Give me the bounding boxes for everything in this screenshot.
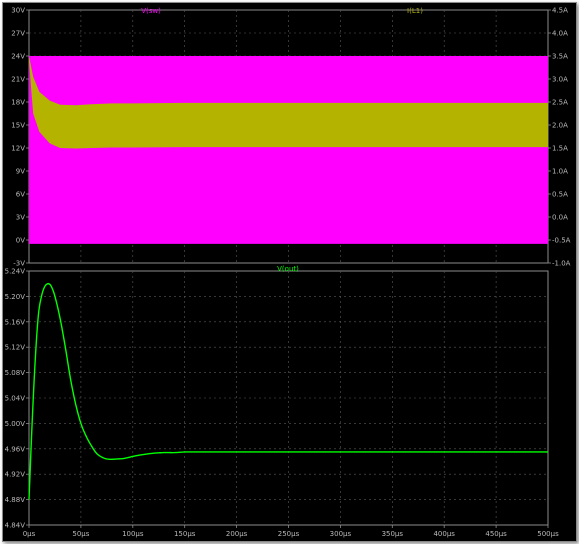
left-tick-label: 5.24V bbox=[5, 268, 26, 276]
right-tick-label: 0.0A bbox=[552, 214, 568, 222]
bottom-left-axis-ticks: 5.24V 5.20V 5.16V 5.12V 5.08V 5.04V 5.00V 4.96V… bbox=[5, 268, 29, 530]
top-left-axis-ticks: 30V 27V 24V 21V 18V 15V 12V 9V 6V 3V 0V -3V bbox=[11, 7, 29, 268]
x-tick-label: 50µs bbox=[72, 530, 89, 538]
x-tick-label: 400µs bbox=[433, 530, 455, 538]
left-tick-label: 5.08V bbox=[5, 369, 26, 377]
left-tick-label: 3V bbox=[16, 214, 25, 222]
x-tick-label: 250µs bbox=[278, 530, 300, 538]
left-tick-label: 27V bbox=[11, 30, 25, 38]
x-axis-ticks: 0µs 50µs 100µs 150µs 200µs 250µs 300µs 350µs 400… bbox=[23, 525, 559, 538]
right-tick-label: 3.0A bbox=[552, 76, 568, 84]
right-tick-label: 2.5A bbox=[552, 99, 568, 107]
right-tick-label: 0.5A bbox=[552, 191, 568, 199]
left-tick-label: 15V bbox=[11, 122, 25, 130]
waveform-plot[interactable]: 30V 27V 24V 21V 18V 15V 12V 9V 6V 3V 0V -3V 4.5A 4.0… bbox=[3, 3, 576, 541]
left-tick-label: 4.92V bbox=[5, 471, 26, 479]
left-tick-label: 5.12V bbox=[5, 344, 26, 352]
right-tick-label: -1.0A bbox=[552, 260, 571, 268]
left-tick-label: 5.00V bbox=[5, 420, 26, 428]
left-tick-label: 4.88V bbox=[5, 496, 26, 504]
x-tick-label: 500µs bbox=[537, 530, 559, 538]
right-tick-label: 1.5A bbox=[552, 145, 568, 153]
trace-label-il1[interactable]: I(L1) bbox=[407, 7, 423, 15]
left-tick-label: 4.84V bbox=[5, 522, 26, 530]
top-traces bbox=[29, 56, 548, 244]
bottom-grid bbox=[29, 271, 548, 525]
x-tick-label: 0µs bbox=[23, 530, 36, 538]
left-tick-label: 0V bbox=[16, 237, 25, 245]
left-tick-label: 30V bbox=[11, 7, 25, 15]
x-tick-label: 350µs bbox=[382, 530, 404, 538]
bottom-plot-pane[interactable]: 5.24V 5.20V 5.16V 5.12V 5.08V 5.04V 5.00V 4.96V… bbox=[5, 265, 549, 530]
trace-label-vout[interactable]: V(out) bbox=[277, 265, 299, 273]
top-plot-pane[interactable]: 30V 27V 24V 21V 18V 15V 12V 9V 6V 3V 0V -3V 4.5A 4.0… bbox=[11, 7, 570, 268]
x-tick-label: 200µs bbox=[226, 530, 248, 538]
right-tick-label: 4.0A bbox=[552, 30, 568, 38]
right-tick-label: -0.5A bbox=[552, 237, 571, 245]
trace-label-vsw[interactable]: V(sw) bbox=[141, 7, 161, 15]
x-tick-label: 450µs bbox=[485, 530, 507, 538]
left-tick-label: 5.16V bbox=[5, 318, 26, 326]
x-tick-label: 100µs bbox=[122, 530, 144, 538]
trace-band-vsw[interactable] bbox=[29, 56, 548, 244]
left-tick-label: 18V bbox=[11, 99, 25, 107]
left-tick-label: 5.20V bbox=[5, 293, 26, 301]
top-right-axis-ticks: 4.5A 4.0A 3.5A 3.0A 2.5A 2.0A 1.5A 1.0A 0.5A 0.0A… bbox=[548, 7, 571, 268]
right-tick-label: 3.5A bbox=[552, 53, 568, 61]
right-tick-label: 4.5A bbox=[552, 7, 568, 15]
waveform-viewer-window[interactable]: 30V 27V 24V 21V 18V 15V 12V 9V 6V 3V 0V -3V 4.5A 4.0… bbox=[2, 2, 577, 542]
right-tick-label: 1.0A bbox=[552, 168, 568, 176]
left-tick-label: -3V bbox=[13, 260, 25, 268]
left-tick-label: 6V bbox=[16, 191, 25, 199]
left-tick-label: 5.04V bbox=[5, 395, 26, 403]
left-tick-label: 21V bbox=[11, 76, 25, 84]
left-tick-label: 24V bbox=[11, 53, 25, 61]
left-tick-label: 9V bbox=[16, 168, 25, 176]
x-tick-label: 300µs bbox=[330, 530, 352, 538]
x-tick-label: 150µs bbox=[174, 530, 196, 538]
left-tick-label: 12V bbox=[11, 145, 25, 153]
right-tick-label: 2.0A bbox=[552, 122, 568, 130]
left-tick-label: 4.96V bbox=[5, 445, 26, 453]
